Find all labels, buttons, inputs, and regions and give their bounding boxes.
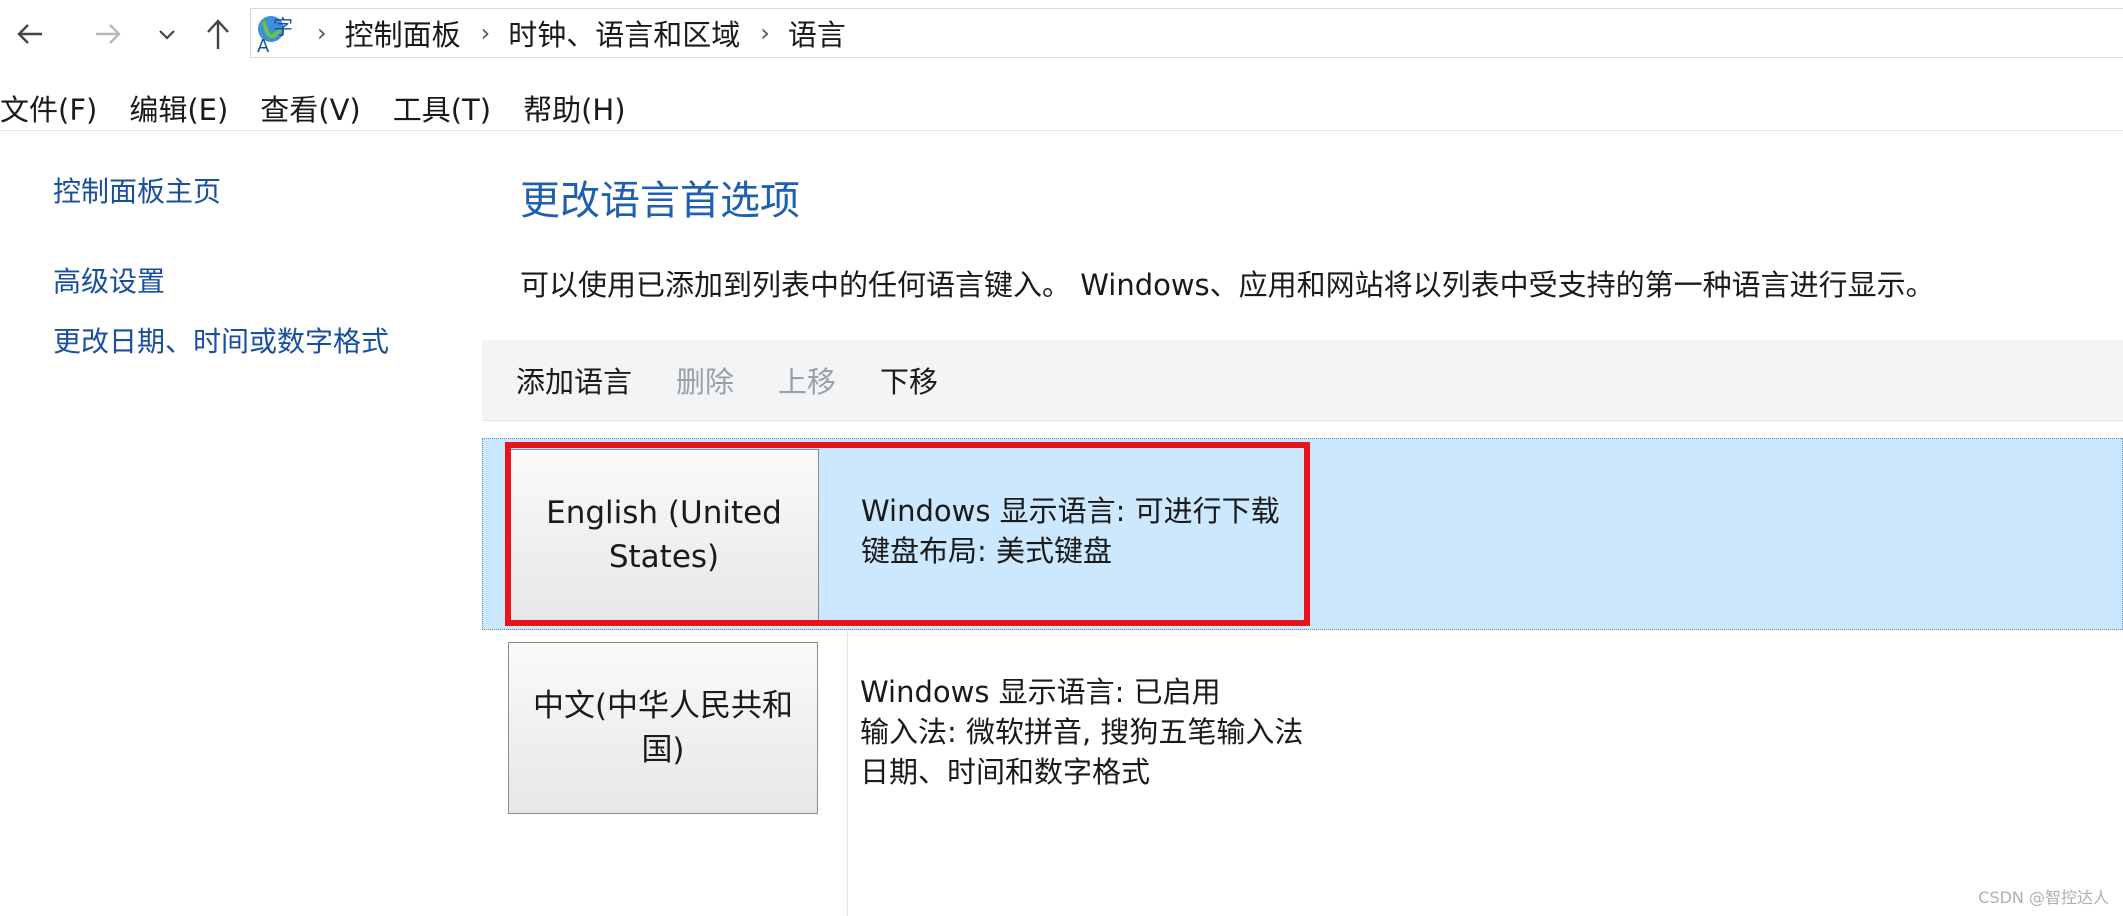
- chevron-down-icon: [159, 30, 175, 40]
- language-tile-chinese[interactable]: 中文(中华人民共和国): [508, 642, 818, 814]
- back-button[interactable]: [10, 10, 50, 58]
- address-input[interactable]: 字 A › 控制面板 › 时钟、语言和区域 › 语言: [250, 8, 2123, 58]
- page-title: 更改语言首选项: [520, 178, 800, 224]
- breadcrumb-separator-icon[interactable]: ›: [317, 19, 327, 47]
- language-toolbar: 添加语言 删除 上移 下移: [482, 340, 2123, 421]
- display-language-status: Windows 显示语言: 可进行下载: [861, 494, 1280, 528]
- move-up-button[interactable]: 上移: [778, 359, 836, 401]
- menu-divider: [0, 130, 2123, 131]
- advanced-settings-link[interactable]: 高级设置: [53, 260, 165, 300]
- page-description: 可以使用已添加到列表中的任何语言键入。 Windows、应用和网站将以列表中受支…: [520, 268, 1935, 302]
- move-down-button[interactable]: 下移: [880, 359, 938, 401]
- svg-text:A: A: [257, 36, 270, 54]
- breadcrumb-control-panel[interactable]: 控制面板: [345, 12, 461, 54]
- menu-file[interactable]: 文件(F): [0, 87, 97, 129]
- svg-text:字: 字: [273, 15, 293, 39]
- breadcrumb-separator-icon[interactable]: ›: [481, 19, 491, 47]
- language-globe-icon: 字 A: [255, 12, 297, 57]
- keyboard-layout-status: 键盘布局: 美式键盘: [861, 534, 1112, 568]
- arrow-up-icon: [207, 19, 229, 49]
- display-language-status: Windows 显示语言: 已启用: [860, 675, 1221, 709]
- change-date-format-link[interactable]: 更改日期、时间或数字格式: [53, 320, 389, 360]
- language-details: Windows 显示语言: 可进行下载 键盘布局: 美式键盘: [861, 491, 1280, 571]
- input-method-status: 输入法: 微软拼音, 搜狗五笔输入法: [860, 715, 1304, 749]
- language-tile-english[interactable]: English (United States): [509, 449, 819, 621]
- control-panel-home-link[interactable]: 控制面板主页: [53, 170, 221, 210]
- menu-tools[interactable]: 工具(T): [393, 87, 491, 129]
- up-button[interactable]: [200, 10, 236, 58]
- menu-help[interactable]: 帮助(H): [523, 87, 625, 129]
- menu-bar: 文件(F) 编辑(E) 查看(V) 工具(T) 帮助(H): [0, 86, 658, 130]
- date-time-format-status: 日期、时间和数字格式: [860, 755, 1151, 789]
- arrow-right-icon: [96, 24, 121, 44]
- language-row-english[interactable]: English (United States) Windows 显示语言: 可进…: [482, 438, 2123, 630]
- add-language-button[interactable]: 添加语言: [516, 359, 632, 401]
- menu-view[interactable]: 查看(V): [260, 87, 360, 129]
- language-row-chinese[interactable]: 中文(中华人民共和国) Windows 显示语言: 已启用 输入法: 微软拼音,…: [482, 638, 2123, 830]
- forward-button[interactable]: [88, 10, 128, 58]
- address-bar-row: 字 A › 控制面板 › 时钟、语言和区域 › 语言: [0, 0, 2123, 67]
- arrow-left-icon: [17, 24, 42, 44]
- recent-locations-button[interactable]: [152, 10, 182, 58]
- language-details: Windows 显示语言: 已启用 输入法: 微软拼音, 搜狗五笔输入法 日期、…: [860, 672, 1303, 792]
- breadcrumb-language[interactable]: 语言: [788, 12, 846, 54]
- breadcrumb-separator-icon[interactable]: ›: [760, 19, 770, 47]
- remove-button[interactable]: 删除: [676, 359, 734, 401]
- breadcrumb-clock-language-region[interactable]: 时钟、语言和区域: [508, 12, 740, 54]
- menu-edit[interactable]: 编辑(E): [129, 87, 228, 129]
- watermark: CSDN @智控达人: [1978, 888, 2109, 907]
